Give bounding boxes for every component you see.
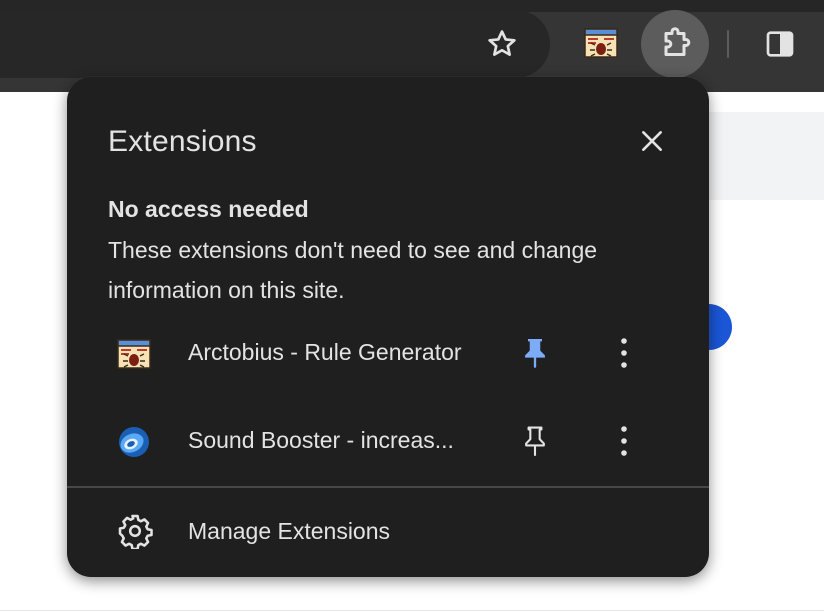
extension-row-sound-booster[interactable]: Sound Booster - increas... [67,397,709,485]
manage-extensions-button[interactable]: Manage Extensions [67,489,709,575]
popup-title: Extensions [108,125,257,158]
extension-name: Arctobius - Rule Generator [188,339,462,365]
address-bar[interactable] [0,10,550,78]
close-icon [642,131,662,151]
extensions-popup: Extensions No access needed These extens… [67,77,709,577]
side-panel-icon [766,31,794,57]
popup-divider [67,486,709,488]
page-divider [0,610,824,611]
more-options-button[interactable] [602,419,646,463]
side-panel-button[interactable] [754,18,806,70]
arctobius-icon [117,339,151,369]
pin-button-unpinned[interactable] [513,419,557,463]
sound-booster-icon [119,427,149,457]
extensions-button[interactable] [641,10,709,78]
bookmark-button[interactable] [476,18,528,70]
pin-button-pinned[interactable] [513,331,557,375]
pin-filled-icon [525,339,545,369]
gear-icon [118,514,153,549]
toolbar-divider [727,30,729,58]
more-options-button[interactable] [602,331,646,375]
extension-row-arctobius[interactable]: Arctobius - Rule Generator [67,309,709,397]
star-icon [488,30,516,56]
pin-outline-icon [525,426,545,457]
extension-name: Sound Booster - increas... [188,427,454,453]
section-description: These extensions don't need to see and c… [108,237,598,303]
manage-extensions-label: Manage Extensions [188,518,391,544]
page-content-bar [700,112,824,200]
arctobius-toolbar-icon[interactable] [584,26,618,60]
close-button[interactable] [630,119,674,163]
more-vertical-icon [621,338,627,368]
section-heading: No access needed [108,196,309,222]
puzzle-icon [664,27,691,56]
more-vertical-icon [621,426,627,456]
